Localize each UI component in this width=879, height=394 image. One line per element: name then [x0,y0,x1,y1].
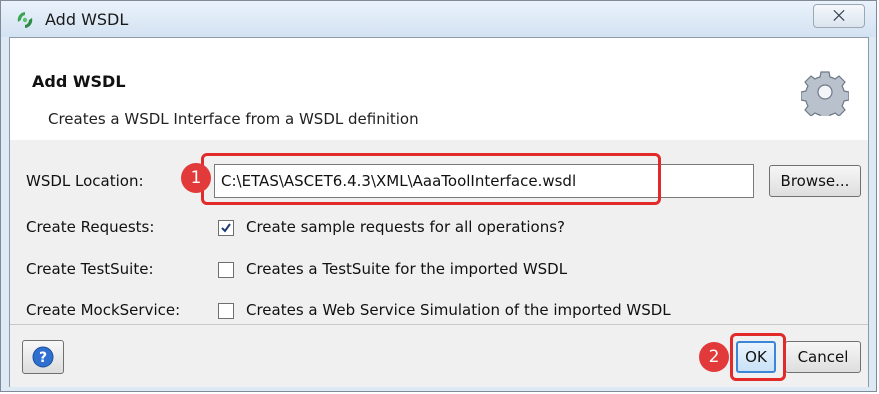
window-title: Add WSDL [45,10,129,29]
create-mockservice-checkbox[interactable] [218,303,234,319]
gear-icon [801,71,849,116]
help-button[interactable]: ? [22,340,64,374]
soapui-app-icon [17,12,33,28]
close-button[interactable]: ⨉ [813,4,865,28]
create-testsuite-label: Create TestSuite: [26,260,154,278]
close-icon: ⨉ [832,7,845,25]
annotation-highlight-2 [730,333,786,381]
annotation-highlight-1 [201,153,661,205]
dialog-header: Add WSDL Creates a WSDL Interface from a… [10,38,868,141]
header-title: Add WSDL [32,72,126,91]
title-bar[interactable]: Add WSDL ⨉ [1,1,876,37]
create-requests-label: Create Requests: [26,218,155,236]
add-wsdl-dialog: Add WSDL ⨉ Add WSDL Creates a WSDL Inter… [0,0,877,392]
help-icon: ? [32,346,54,368]
annotation-marker-2: 2 [699,342,729,372]
create-testsuite-text[interactable]: Creates a TestSuite for the imported WSD… [246,260,567,278]
create-mockservice-text[interactable]: Creates a Web Service Simulation of the … [246,301,671,319]
create-requests-text[interactable]: Create sample requests for all operation… [246,218,565,236]
svg-text:?: ? [39,350,47,366]
wsdl-location-label: WSDL Location: [26,172,144,190]
create-testsuite-checkbox[interactable] [218,262,234,278]
checkmark-icon [221,223,231,233]
create-mockservice-label: Create MockService: [26,301,181,319]
create-requests-checkbox[interactable] [218,220,234,236]
header-description: Creates a WSDL Interface from a WSDL def… [48,110,419,128]
annotation-marker-1: 1 [181,163,211,193]
cancel-button[interactable]: Cancel [785,341,861,373]
browse-button[interactable]: Browse... [769,165,861,197]
